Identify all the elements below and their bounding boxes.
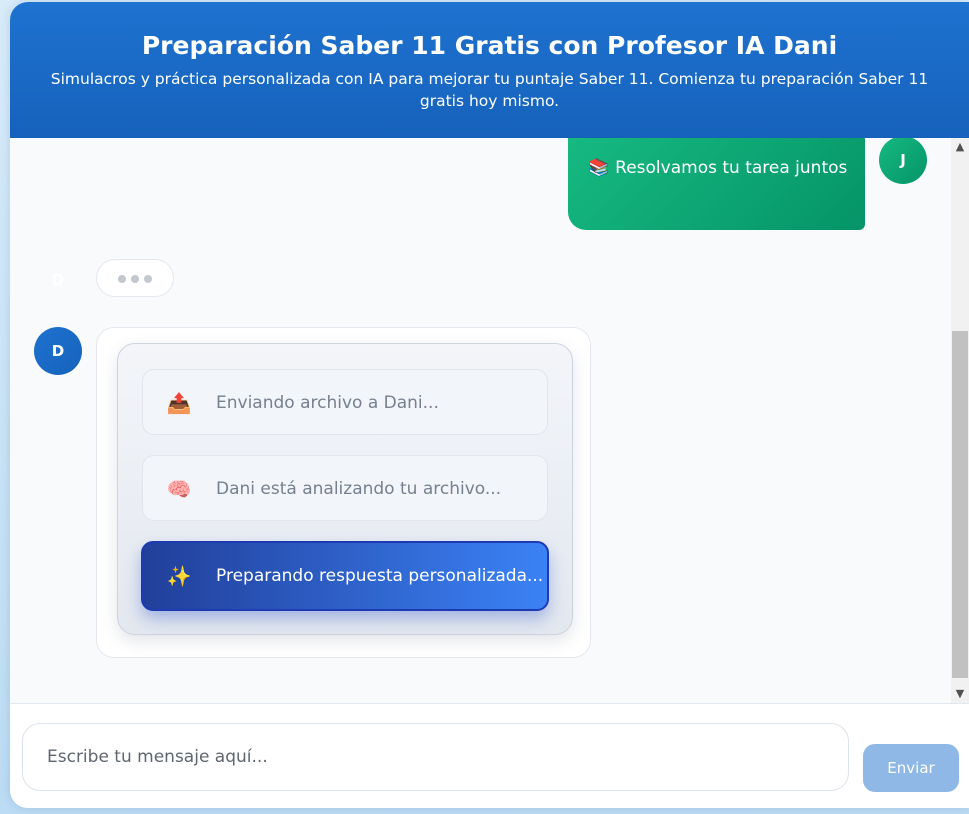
user-message-bubble: 📚 Resolvamos tu tarea juntos (568, 138, 865, 230)
typing-dot (131, 275, 139, 283)
sparkles-icon: ✨ (166, 564, 192, 588)
progress-step-label: Dani está analizando tu archivo... (216, 479, 502, 499)
scroll-up-icon[interactable]: ▲ (951, 139, 969, 155)
progress-step-preparing: ✨ Preparando respuesta personalizada... (141, 541, 549, 611)
progress-step-sending: 📤 Enviando archivo a Dani... (142, 369, 548, 435)
books-icon: 📚 (588, 158, 610, 178)
bot-avatar: D (34, 327, 82, 375)
typing-indicator (96, 259, 174, 297)
scroll-thumb[interactable] (952, 331, 968, 678)
send-button[interactable]: Enviar (863, 744, 959, 792)
typing-dot (144, 275, 152, 283)
chat-scrollbar[interactable]: ▲ ▼ (951, 138, 969, 703)
page-subtitle: Simulacros y práctica personalizada con … (50, 70, 929, 110)
upload-progress-panel: 📤 Enviando archivo a Dani... 🧠 Dani está… (117, 343, 573, 635)
progress-step-label: Preparando respuesta personalizada... (216, 566, 544, 586)
message-input[interactable] (22, 723, 849, 791)
scroll-down-icon[interactable]: ▼ (951, 686, 969, 702)
header: Preparación Saber 11 Gratis con Profesor… (10, 2, 969, 138)
progress-step-label: Enviando archivo a Dani... (216, 393, 439, 413)
upload-tray-icon: 📤 (166, 391, 192, 415)
chat-messages[interactable]: 📚 Resolvamos tu tarea juntos J D D 📤 Envi… (10, 138, 951, 703)
page-title: Preparación Saber 11 Gratis con Profesor… (141, 31, 838, 60)
progress-step-analyzing: 🧠 Dani está analizando tu archivo... (142, 455, 548, 521)
brain-icon: 🧠 (166, 477, 192, 501)
user-message-text: Resolvamos tu tarea juntos (615, 158, 848, 178)
bot-message-bubble: 📤 Enviando archivo a Dani... 🧠 Dani está… (96, 327, 591, 658)
message-input-bar: Enviar (10, 703, 969, 808)
typing-dot (118, 275, 126, 283)
typing-avatar: D (51, 271, 65, 289)
chat-app: Preparación Saber 11 Gratis con Profesor… (10, 2, 969, 808)
user-avatar: J (879, 138, 927, 184)
